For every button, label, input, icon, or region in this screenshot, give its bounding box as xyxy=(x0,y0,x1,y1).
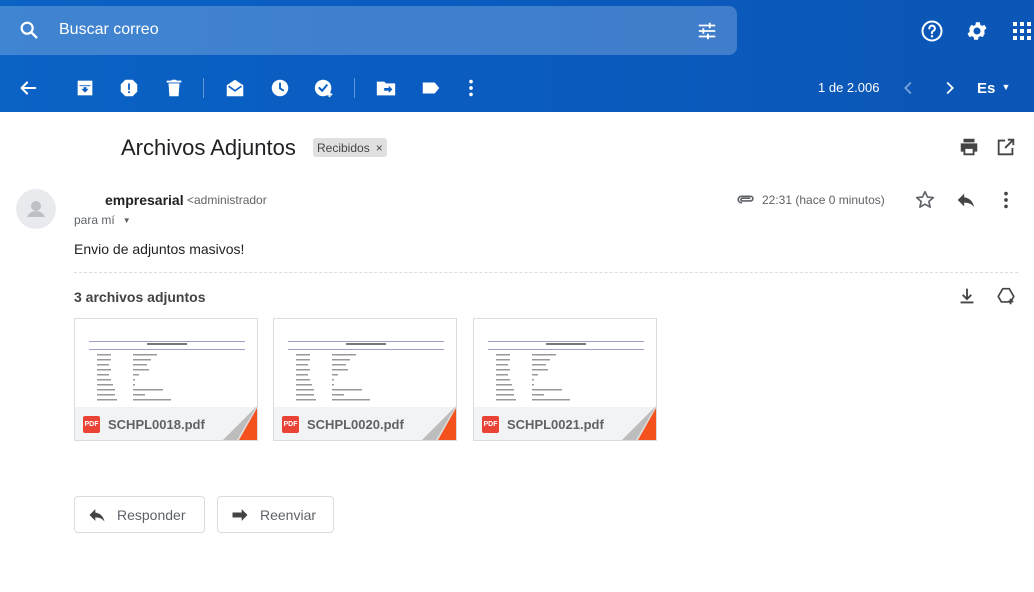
label-chip-text: Recibidos xyxy=(317,140,370,155)
reply-button-label: Responder xyxy=(117,506,186,523)
mark-unread-icon[interactable] xyxy=(224,77,246,99)
pdf-thumbnail xyxy=(474,319,656,407)
attachment-card[interactable]: PDF SCHPL0021.pdf xyxy=(473,318,657,441)
archive-icon[interactable] xyxy=(74,77,96,99)
older-icon[interactable] xyxy=(938,77,960,99)
page-fold-icon xyxy=(622,406,656,440)
input-tools-button[interactable]: Es ▼ xyxy=(977,80,1010,97)
pdf-icon: PDF xyxy=(83,416,100,433)
delete-icon[interactable] xyxy=(163,77,185,99)
label-icon[interactable] xyxy=(420,77,442,99)
attachment-card[interactable]: PDF SCHPL0018.pdf xyxy=(74,318,258,441)
search-bar[interactable]: Buscar correo xyxy=(0,6,737,55)
inbox-label-chip[interactable]: Recibidos × xyxy=(313,138,387,157)
person-icon xyxy=(27,201,45,217)
forward-button[interactable]: Reenviar xyxy=(217,496,334,533)
pdf-icon: PDF xyxy=(282,416,299,433)
avatar xyxy=(16,189,56,229)
attachment-filename[interactable]: SCHPL0021.pdf xyxy=(507,417,604,432)
move-to-icon[interactable] xyxy=(375,77,397,99)
apps-icon[interactable] xyxy=(1010,19,1034,43)
print-icon[interactable] xyxy=(958,136,980,158)
toolbar-divider xyxy=(203,78,204,98)
language-label: Es xyxy=(977,80,996,97)
download-all-icon[interactable] xyxy=(956,285,978,307)
open-in-new-window-icon[interactable] xyxy=(995,136,1017,158)
forward-button-label: Reenviar xyxy=(260,506,317,523)
attachments-divider xyxy=(74,272,1018,273)
reply-icon xyxy=(89,508,105,522)
report-spam-icon[interactable] xyxy=(118,77,140,99)
pdf-thumbnail xyxy=(274,319,456,407)
more-vert-icon[interactable] xyxy=(460,77,482,99)
back-arrow-icon[interactable] xyxy=(17,77,39,99)
attachment-icon xyxy=(737,195,754,204)
recipient-details[interactable]: para mí ▼ xyxy=(74,213,131,227)
attachments-count: 3 archivos adjuntos xyxy=(74,289,206,305)
tune-icon[interactable] xyxy=(696,20,718,42)
add-task-icon[interactable] xyxy=(313,77,335,99)
attachment-filename[interactable]: SCHPL0020.pdf xyxy=(307,417,404,432)
page-fold-icon xyxy=(223,406,257,440)
attachment-card[interactable]: PDF SCHPL0020.pdf xyxy=(273,318,457,441)
search-input[interactable]: Buscar correo xyxy=(59,21,159,39)
add-to-drive-icon[interactable] xyxy=(995,285,1017,307)
newer-icon[interactable] xyxy=(898,77,920,99)
more-vert-icon[interactable] xyxy=(995,189,1017,211)
sender-name[interactable]: empresarial xyxy=(105,192,184,208)
star-icon[interactable] xyxy=(914,189,936,211)
chevron-down-icon[interactable]: ▼ xyxy=(123,216,131,225)
app-header: Buscar correo 1 de 2.006 Es ▼ xyxy=(0,0,1034,112)
help-icon[interactable] xyxy=(920,19,944,43)
reply-button[interactable]: Responder xyxy=(74,496,205,533)
page-fold-icon xyxy=(422,406,456,440)
attachment-filename[interactable]: SCHPL0018.pdf xyxy=(108,417,205,432)
message-time: 22:31 (hace 0 minutos) xyxy=(762,193,885,207)
sender-email: <administrador xyxy=(187,193,267,207)
settings-icon[interactable] xyxy=(965,19,989,43)
toolbar-divider xyxy=(354,78,355,98)
pdf-icon: PDF xyxy=(482,416,499,433)
forward-icon xyxy=(232,508,248,521)
email-body: Envio de adjuntos masivos! xyxy=(74,241,245,257)
recipient-label: para mí xyxy=(74,213,115,227)
search-icon[interactable] xyxy=(18,19,40,41)
chevron-down-icon: ▼ xyxy=(1001,82,1011,92)
pdf-thumbnail xyxy=(75,319,257,407)
reply-icon[interactable] xyxy=(955,189,977,211)
remove-label-icon[interactable]: × xyxy=(376,141,383,155)
pagination-count: 1 de 2.006 xyxy=(818,80,880,95)
snooze-icon[interactable] xyxy=(269,77,291,99)
email-subject: Archivos Adjuntos xyxy=(121,135,296,160)
